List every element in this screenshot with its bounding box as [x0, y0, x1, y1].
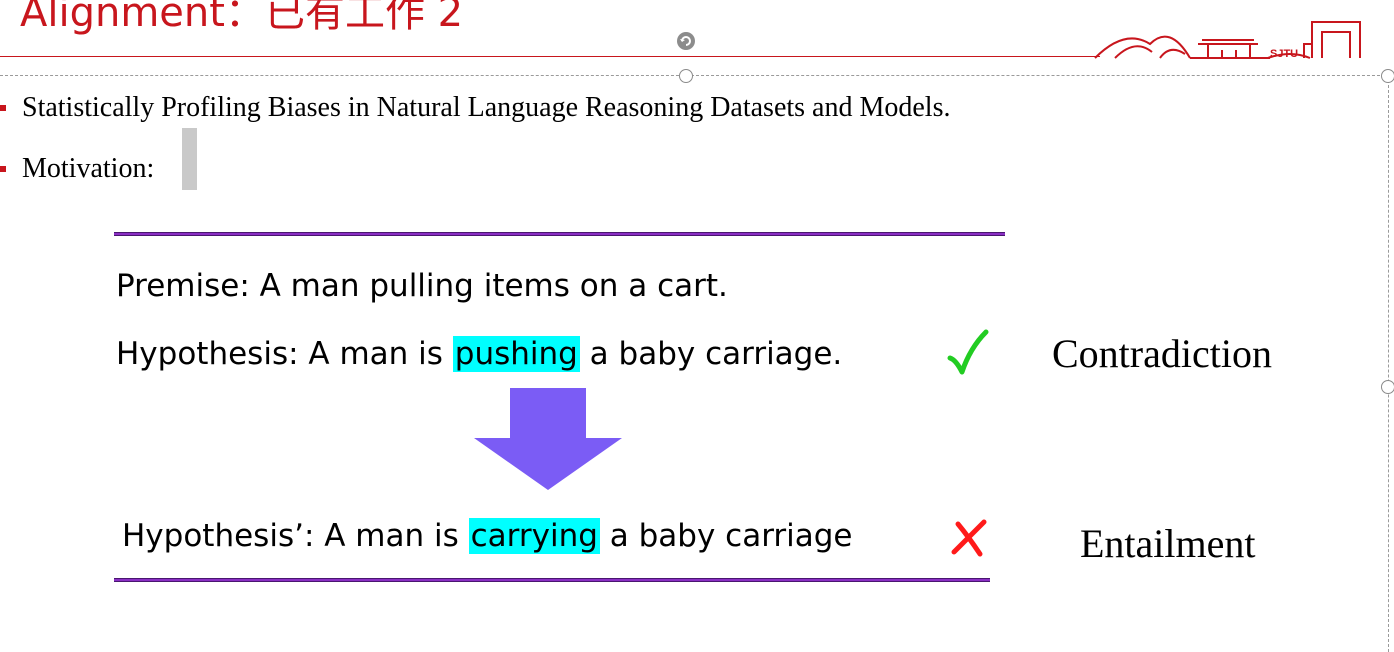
hypothesis-prime-text: Hypothesis’: A man is carrying a baby ca…: [122, 516, 853, 556]
rotate-handle-icon[interactable]: [676, 31, 696, 51]
cross-icon: [951, 519, 987, 557]
premise-text: Premise: A man pulling items on a cart.: [116, 268, 728, 304]
label-contradiction: Contradiction: [1052, 331, 1272, 376]
hypothesis-suffix: a baby carriage.: [579, 336, 843, 372]
highlight-carrying: carrying: [468, 518, 600, 554]
example-bottom-rule: [114, 578, 990, 582]
bullet-item-paper[interactable]: Statistically Profiling Biases in Natura…: [0, 91, 950, 125]
hypothesis-prime-prefix: Hypothesis’: A man is: [122, 518, 469, 554]
label-entailment: Entailment: [1080, 521, 1256, 566]
slide-title[interactable]: Alignment：已有工作 2: [20, 0, 463, 40]
highlight-pushing: pushing: [452, 336, 580, 372]
resize-handle-top-right[interactable]: [1381, 69, 1394, 83]
bullet-text: Statistically Profiling Biases in Natura…: [22, 92, 951, 123]
sjtu-logo: SJTU: [1094, 21, 1361, 60]
bullet-marker: [0, 165, 6, 172]
example-top-rule: [114, 232, 1005, 236]
bullet-marker: [0, 104, 6, 111]
hypothesis-prefix: Hypothesis: A man is: [116, 336, 453, 372]
title-underline: [0, 56, 1100, 57]
text-cursor-placeholder: [182, 128, 197, 190]
selection-frame-right: [1388, 75, 1389, 652]
bullet-item-motivation[interactable]: Motivation:: [0, 152, 154, 186]
selection-frame-top: [0, 75, 1390, 76]
logo-text: SJTU: [1270, 48, 1298, 60]
bullet-text: Motivation:: [22, 153, 155, 184]
hypothesis-prime-suffix: a baby carriage: [599, 518, 853, 554]
check-icon: [947, 329, 989, 375]
resize-handle-top[interactable]: [679, 69, 693, 83]
hypothesis-text: Hypothesis: A man is pushing a baby carr…: [116, 334, 842, 374]
down-arrow-icon: [474, 388, 622, 490]
slide-canvas[interactable]: Alignment：已有工作 2 SJTU Statistically Prof…: [0, 0, 1394, 652]
resize-handle-right[interactable]: [1381, 380, 1394, 394]
